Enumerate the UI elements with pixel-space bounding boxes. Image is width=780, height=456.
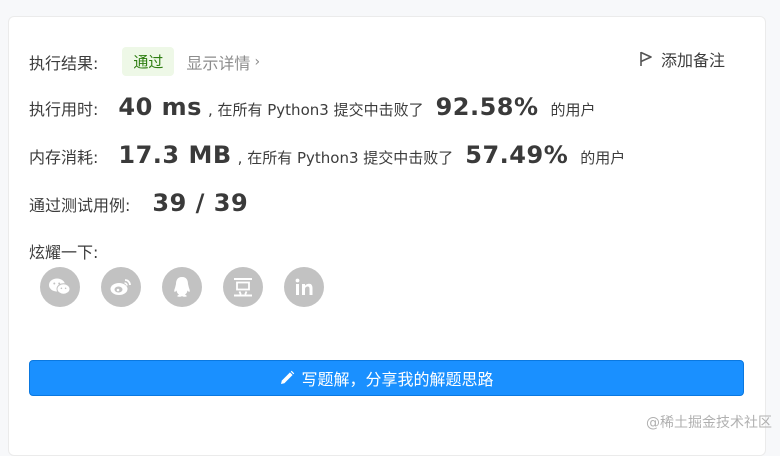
tests-label: 通过测试用例: [29, 192, 130, 216]
result-row: 执行结果: 通过 显示详情 › [29, 47, 260, 76]
write-solution-button[interactable]: 写题解，分享我的解题思路 [29, 360, 744, 396]
memory-tail-text: 的用户 [580, 147, 625, 168]
show-details-label: 显示详情 [186, 50, 250, 74]
add-note-label: 添加备注 [661, 47, 725, 71]
qq-icon[interactable] [162, 267, 202, 307]
douban-icon[interactable] [223, 267, 263, 307]
watermark: @稀土掘金技术社区 [646, 412, 772, 432]
runtime-middle-text: , 在所有 Python3 提交中击败了 [208, 99, 424, 120]
memory-row: 内存消耗: 17.3 MB , 在所有 Python3 提交中击败了 57.49… [29, 141, 625, 169]
tests-row: 通过测试用例: 39 / 39 [29, 189, 248, 217]
runtime-percent: 92.58% [436, 93, 539, 121]
share-label: 炫耀一下: [29, 239, 98, 263]
flag-icon [639, 51, 653, 67]
linkedin-icon[interactable] [284, 267, 324, 307]
memory-value: 17.3 MB [118, 141, 231, 169]
show-details-link[interactable]: 显示详情 › [186, 50, 260, 74]
memory-middle-text: , 在所有 Python3 提交中击败了 [238, 147, 454, 168]
write-solution-label: 写题解，分享我的解题思路 [301, 366, 493, 390]
wechat-icon[interactable] [40, 267, 80, 307]
share-icons [40, 267, 324, 307]
tests-value: 39 / 39 [152, 189, 248, 217]
status-badge: 通过 [122, 47, 174, 76]
runtime-row: 执行用时: 40 ms , 在所有 Python3 提交中击败了 92.58% … [29, 93, 596, 121]
share-row: 炫耀一下: [29, 239, 98, 263]
memory-percent: 57.49% [465, 141, 568, 169]
runtime-label: 执行用时: [29, 96, 98, 120]
chevron-right-icon: › [254, 54, 260, 70]
pencil-icon [279, 370, 295, 386]
runtime-value: 40 ms [118, 93, 202, 121]
result-label: 执行结果: [29, 50, 98, 74]
add-note-button[interactable]: 添加备注 [639, 47, 725, 71]
memory-label: 内存消耗: [29, 144, 98, 168]
submission-result-card: 执行结果: 通过 显示详情 › 添加备注 执行用时: 40 ms , 在所有 P… [8, 16, 766, 456]
weibo-icon[interactable] [101, 267, 141, 307]
runtime-tail-text: 的用户 [551, 99, 596, 120]
